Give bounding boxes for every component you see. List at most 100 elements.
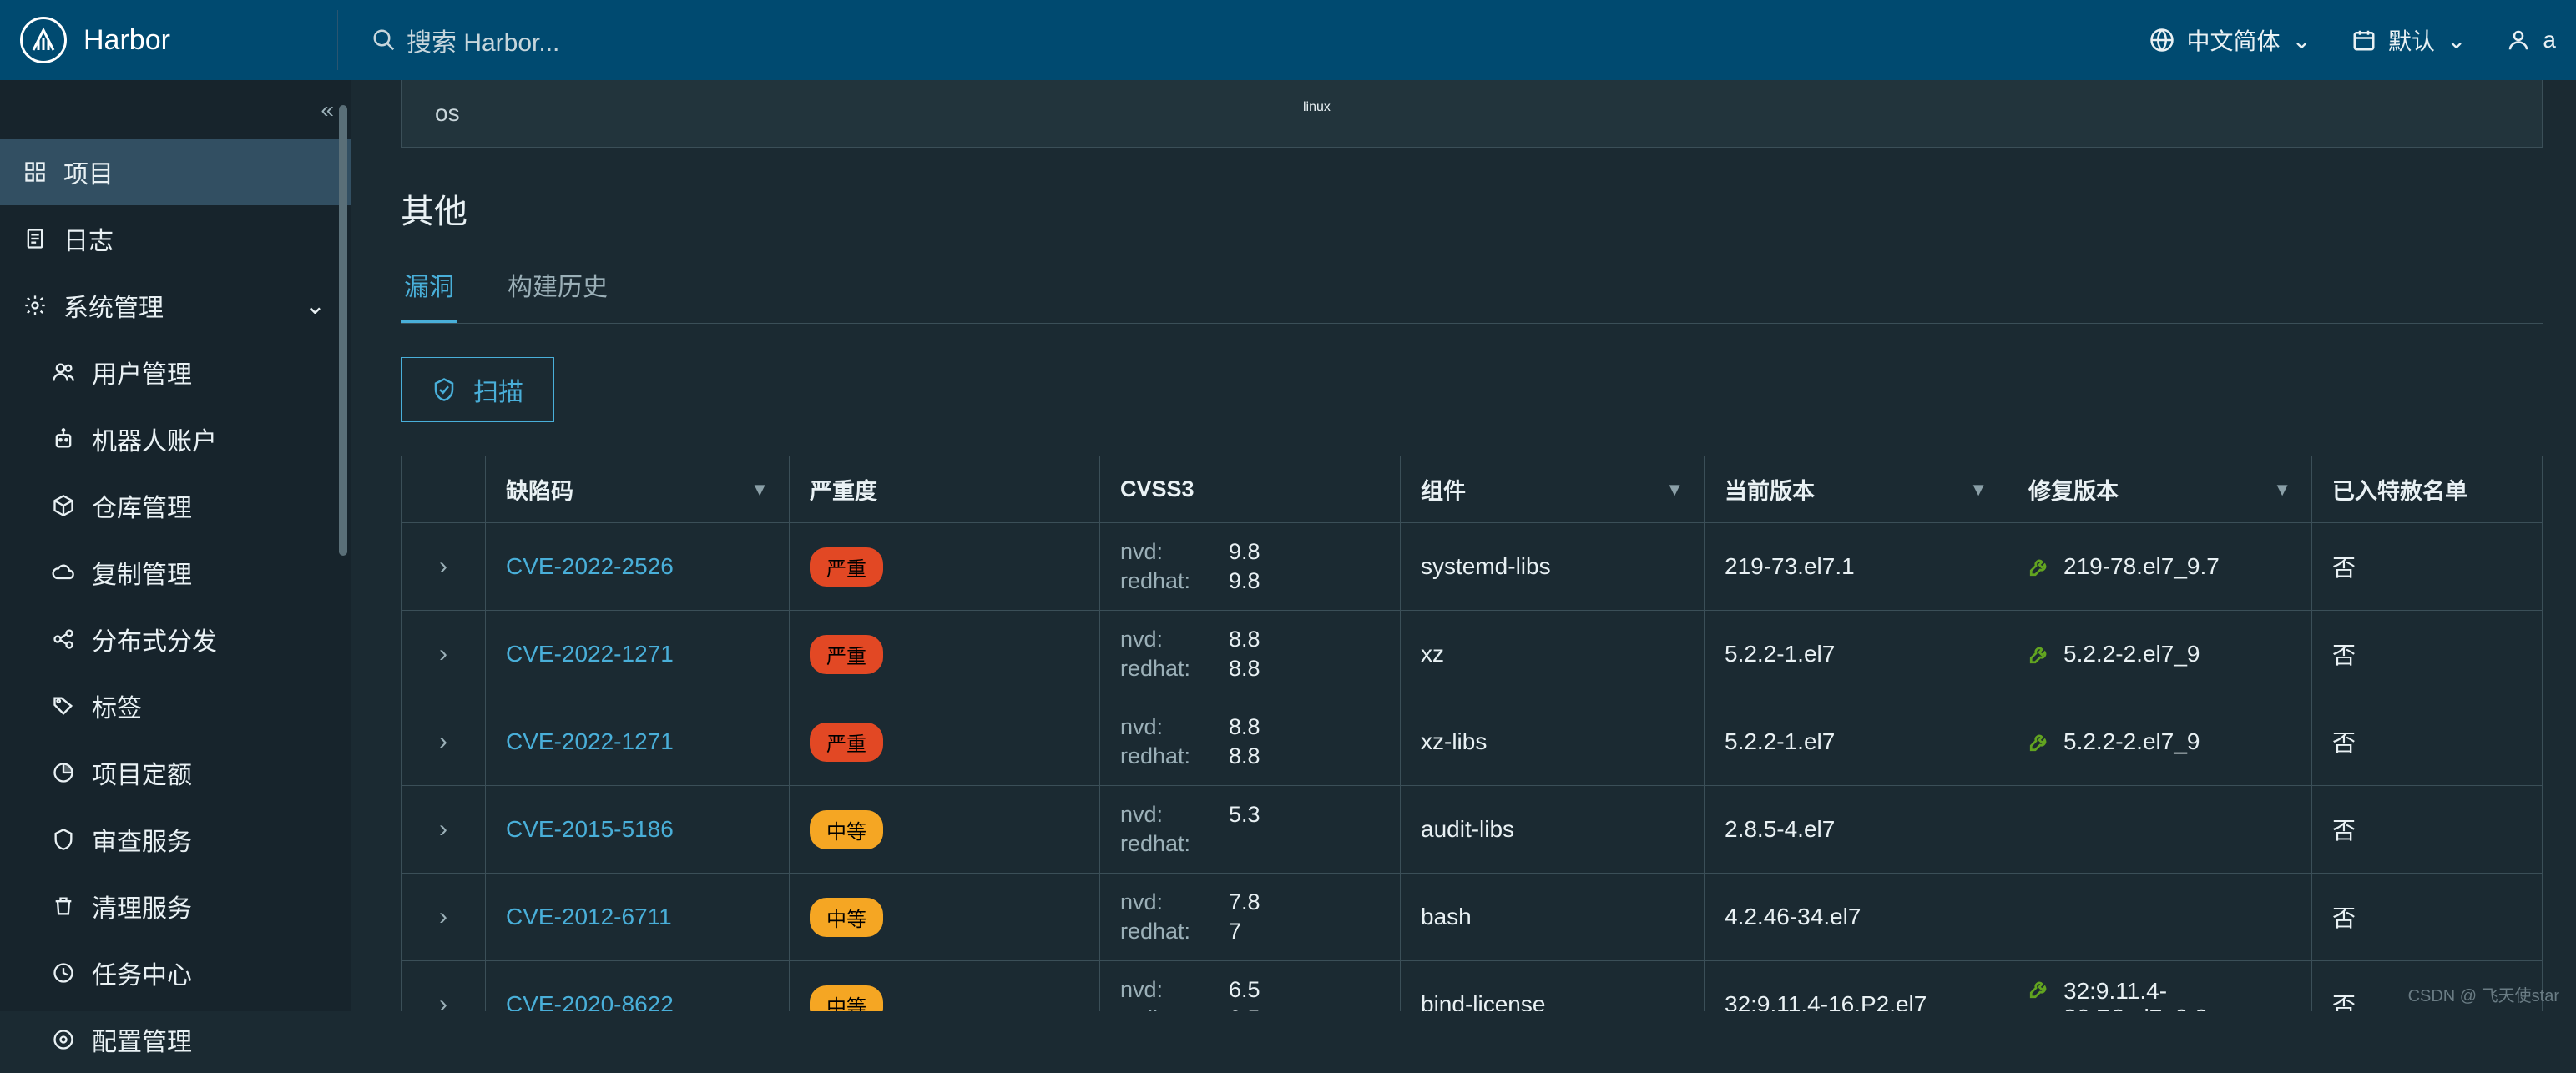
col-cvss[interactable]: CVSS3 xyxy=(1099,456,1400,522)
cvss-scores: nvd:8.8redhat:8.8 xyxy=(1120,627,1296,682)
wrench-icon xyxy=(2028,643,2050,665)
fix-version: 5.2.2-2.el7_9 xyxy=(2028,641,2200,667)
table-row: › CVE-2015-5186 中等 nvd:5.3redhat: audit-… xyxy=(402,786,2542,874)
config-icon xyxy=(52,1028,75,1051)
brand-name: Harbor xyxy=(83,24,170,57)
severity-badge: 中等 xyxy=(810,985,883,1012)
user-menu[interactable]: a xyxy=(2506,27,2556,53)
theme-switcher[interactable]: 默认 ⌄ xyxy=(2351,23,2466,57)
sidebar-item-11[interactable]: 清理服务 xyxy=(0,873,351,940)
cve-link[interactable]: CVE-2015-5186 xyxy=(506,816,674,843)
expand-arrow-icon[interactable]: › xyxy=(439,728,447,756)
header-right: 中文简体 ⌄ 默认 ⌄ a xyxy=(2149,23,2556,57)
sidebar-item-7[interactable]: 分布式分发 xyxy=(0,606,351,673)
expand-arrow-icon[interactable]: › xyxy=(439,990,447,1011)
share-icon xyxy=(52,627,75,651)
cvss-scores: nvd:5.3redhat: xyxy=(1120,802,1296,857)
severity-badge: 中等 xyxy=(810,810,883,849)
table-row: › CVE-2022-2526 严重 nvd:9.8redhat:9.8 sys… xyxy=(402,523,2542,611)
tag-icon xyxy=(52,694,75,718)
sidebar-item-label: 分布式分发 xyxy=(92,621,217,657)
table-header: 缺陷码▼ 严重度 CVSS3 组件▼ 当前版本▼ 修复版本▼ 已入特赦名单 xyxy=(402,456,2542,523)
quota-icon xyxy=(52,761,75,784)
sidebar-item-5[interactable]: 仓库管理 xyxy=(0,472,351,539)
col-fix[interactable]: 修复版本▼ xyxy=(2008,456,2311,522)
calendar-icon xyxy=(2351,28,2376,53)
filter-icon[interactable]: ▼ xyxy=(750,479,769,501)
expand-arrow-icon[interactable]: › xyxy=(439,640,447,668)
current-version: 4.2.46-34.el7 xyxy=(1704,874,2008,960)
allowlist-value: 否 xyxy=(2311,611,2542,698)
expand-arrow-icon[interactable]: › xyxy=(439,552,447,581)
search-area[interactable]: 搜索 Harbor... xyxy=(371,22,2149,58)
sidebar-item-label: 系统管理 xyxy=(63,287,164,324)
wrench-icon xyxy=(2028,731,2050,753)
expand-arrow-icon[interactable]: › xyxy=(439,903,447,931)
component-name: xz xyxy=(1400,611,1704,698)
expand-arrow-icon[interactable]: › xyxy=(439,815,447,844)
vulnerability-table: 缺陷码▼ 严重度 CVSS3 组件▼ 当前版本▼ 修复版本▼ 已入特赦名单 › … xyxy=(401,456,2543,1011)
filter-icon[interactable]: ▼ xyxy=(1969,479,1988,501)
language-switcher[interactable]: 中文简体 ⌄ xyxy=(2149,23,2311,57)
sidebar-item-6[interactable]: 复制管理 xyxy=(0,539,351,606)
cvss-scores: nvd:6.5redhat:6.5 xyxy=(1120,977,1296,1011)
tab-build-history[interactable]: 构建历史 xyxy=(504,256,611,323)
allowlist-value: 否 xyxy=(2311,698,2542,785)
sidebar-collapse-icon[interactable]: « xyxy=(321,97,334,123)
cve-link[interactable]: CVE-2022-1271 xyxy=(506,641,674,667)
globe-icon xyxy=(2149,28,2174,53)
sidebar-item-3[interactable]: 用户管理 xyxy=(0,339,351,406)
sidebar-scrollbar[interactable] xyxy=(339,105,347,556)
component-name: systemd-libs xyxy=(1400,523,1704,610)
tab-vulnerabilities[interactable]: 漏洞 xyxy=(401,256,457,323)
table-row: › CVE-2020-8622 中等 nvd:6.5redhat:6.5 bin… xyxy=(402,961,2542,1011)
sidebar-item-label: 日志 xyxy=(63,220,114,257)
sidebar-item-label: 项目定额 xyxy=(92,754,192,791)
fix-version: 219-78.el7_9.7 xyxy=(2028,553,2220,580)
col-current[interactable]: 当前版本▼ xyxy=(1704,456,2008,522)
cve-link[interactable]: CVE-2022-1271 xyxy=(506,728,674,755)
tabs: 漏洞 构建历史 xyxy=(401,256,2543,324)
shield-icon xyxy=(52,828,75,851)
table-row: › CVE-2022-1271 严重 nvd:8.8redhat:8.8 xz-… xyxy=(402,698,2542,786)
app-header: Harbor 搜索 Harbor... 中文简体 ⌄ 默认 ⌄ a xyxy=(0,0,2576,80)
grid-icon xyxy=(23,160,47,184)
sidebar-item-13[interactable]: 配置管理 xyxy=(0,1006,351,1073)
watermark: CSDN @ 飞天使star xyxy=(2408,982,2559,1006)
sidebar-item-8[interactable]: 标签 xyxy=(0,673,351,739)
current-version: 2.8.5-4.el7 xyxy=(1704,786,2008,873)
col-component[interactable]: 组件▼ xyxy=(1400,456,1704,522)
wrench-icon xyxy=(2028,978,2050,1000)
info-value: linux xyxy=(1303,100,1331,127)
doc-icon xyxy=(23,227,47,250)
cve-link[interactable]: CVE-2022-2526 xyxy=(506,553,674,580)
robot-icon xyxy=(52,427,75,451)
cve-link[interactable]: CVE-2020-8622 xyxy=(506,991,674,1011)
sidebar-item-label: 标签 xyxy=(92,688,142,724)
col-cve[interactable]: 缺陷码▼ xyxy=(485,456,789,522)
logo-area: Harbor xyxy=(20,17,304,63)
scan-button[interactable]: 扫描 xyxy=(401,357,554,422)
chevron-down-icon: ⌄ xyxy=(2447,27,2466,54)
sidebar-item-12[interactable]: 任务中心 xyxy=(0,940,351,1006)
fix-version: 5.2.2-2.el7_9 xyxy=(2028,728,2200,755)
sidebar-item-1[interactable]: 日志 xyxy=(0,205,351,272)
sidebar-item-2[interactable]: 系统管理⌄ xyxy=(0,272,351,339)
filter-icon[interactable]: ▼ xyxy=(2273,479,2291,501)
sidebar-item-label: 任务中心 xyxy=(92,955,192,991)
col-severity[interactable]: 严重度 xyxy=(789,456,1099,522)
main-content: os linux 其他 漏洞 构建历史 扫描 缺陷码▼ 严重度 CVSS3 组件… xyxy=(351,80,2576,1011)
current-version: 5.2.2-1.el7 xyxy=(1704,611,2008,698)
cvss-scores: nvd:9.8redhat:9.8 xyxy=(1120,539,1296,594)
box-icon xyxy=(52,494,75,517)
filter-icon[interactable]: ▼ xyxy=(1665,479,1684,501)
sidebar-item-4[interactable]: 机器人账户 xyxy=(0,406,351,472)
sidebar-item-0[interactable]: 项目 xyxy=(0,139,351,205)
section-title: 其他 xyxy=(401,184,2543,233)
sidebar-item-10[interactable]: 审查服务 xyxy=(0,806,351,873)
header-separator xyxy=(337,10,338,70)
cve-link[interactable]: CVE-2012-6711 xyxy=(506,904,672,930)
col-allowlist[interactable]: 已入特赦名单 xyxy=(2311,456,2542,522)
info-row: os linux xyxy=(401,80,2543,148)
sidebar-item-9[interactable]: 项目定额 xyxy=(0,739,351,806)
